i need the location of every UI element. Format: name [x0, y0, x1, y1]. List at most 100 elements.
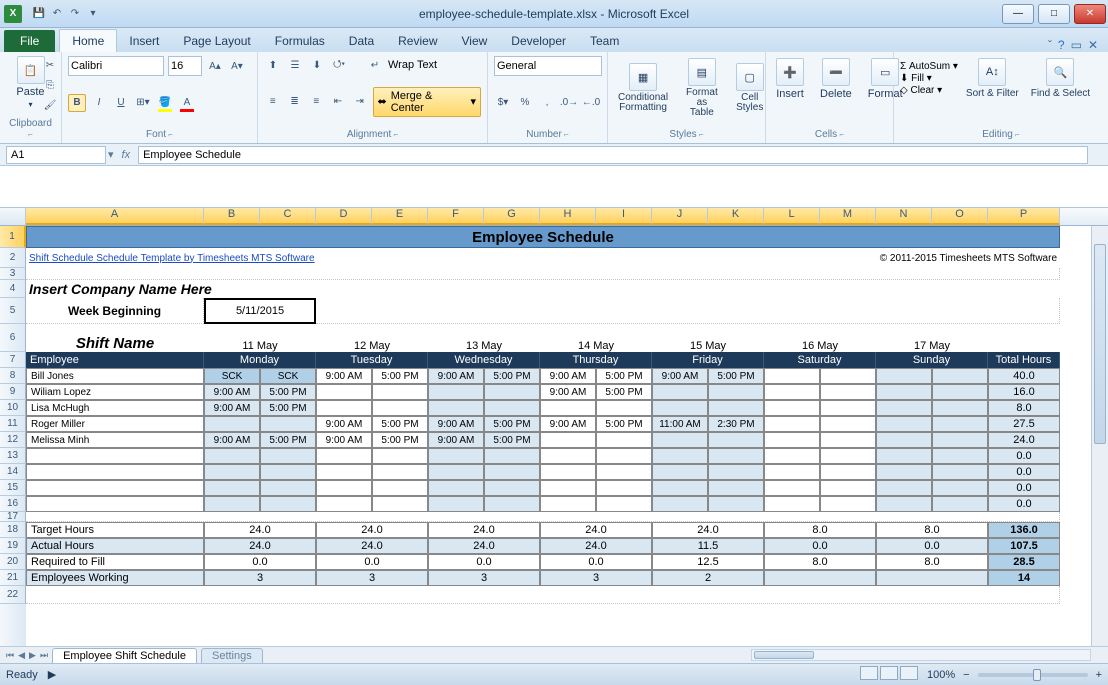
italic-button[interactable]: I — [90, 94, 108, 112]
cell[interactable]: 0.0 — [876, 538, 988, 554]
zoom-in-icon[interactable]: + — [1096, 669, 1102, 681]
cell[interactable] — [26, 268, 1060, 280]
cell[interactable] — [316, 384, 372, 400]
qat-customize-icon[interactable]: ▾ — [86, 7, 100, 21]
decrease-indent-icon[interactable]: ⇤ — [329, 93, 347, 111]
cell[interactable] — [484, 384, 540, 400]
underline-button[interactable]: U — [112, 94, 130, 112]
cell[interactable] — [372, 400, 428, 416]
autosum-button[interactable]: Σ AutoSum ▾ — [900, 61, 958, 72]
align-top-icon[interactable]: ⬆ — [264, 56, 282, 74]
cell[interactable] — [652, 384, 708, 400]
cell[interactable] — [764, 368, 820, 384]
cell[interactable] — [820, 448, 876, 464]
font-name-select[interactable] — [68, 56, 164, 76]
cell[interactable]: 24.0 — [204, 522, 316, 538]
format-as-table-button[interactable]: ▤Format as Table — [682, 56, 722, 120]
row-header[interactable]: 3 — [0, 268, 26, 280]
cell[interactable]: 3 — [428, 570, 540, 586]
hscroll-thumb[interactable] — [754, 651, 814, 659]
cell[interactable] — [26, 464, 204, 480]
col-header[interactable]: K — [708, 208, 764, 225]
align-left-icon[interactable]: ≡ — [264, 93, 282, 111]
vertical-scrollbar[interactable] — [1091, 226, 1108, 646]
shift-name-cell[interactable]: Shift Name — [26, 324, 204, 352]
merge-center-button[interactable]: ⬌ Merge & Center ▾ — [373, 87, 482, 117]
cell[interactable] — [764, 448, 820, 464]
cell[interactable]: 24.0 — [988, 432, 1060, 448]
fill-color-button[interactable]: 🪣 — [156, 94, 174, 112]
cell[interactable]: 9:00 AM — [316, 368, 372, 384]
cell[interactable]: Shift Schedule Schedule Template by Time… — [26, 248, 484, 268]
col-header[interactable]: O — [932, 208, 988, 225]
fill-button[interactable]: ⬇ Fill ▾ — [900, 73, 958, 84]
cell[interactable]: Week Beginning — [26, 298, 204, 324]
cell[interactable]: 24.0 — [540, 538, 652, 554]
cell[interactable]: 27.5 — [988, 416, 1060, 432]
tab-nav-first-icon[interactable]: ⏮ — [6, 650, 14, 661]
cell[interactable]: 3 — [316, 570, 428, 586]
cell[interactable] — [764, 464, 820, 480]
cell[interactable]: 107.5 — [988, 538, 1060, 554]
col-header[interactable]: F — [428, 208, 484, 225]
cell[interactable] — [204, 416, 260, 432]
col-header[interactable]: E — [372, 208, 428, 225]
tab-nav-prev-icon[interactable]: ◀ — [18, 650, 25, 661]
cell[interactable] — [540, 400, 596, 416]
employee-name-cell[interactable]: Lisa McHugh — [26, 400, 204, 416]
col-header[interactable]: N — [876, 208, 932, 225]
cell[interactable]: 15 May — [652, 324, 764, 352]
col-header[interactable]: L — [764, 208, 820, 225]
wrap-text-button[interactable]: Wrap Text — [388, 59, 437, 71]
col-header[interactable]: P — [988, 208, 1060, 225]
cell[interactable]: 9:00 AM — [428, 432, 484, 448]
cell[interactable]: 11:00 AM — [652, 416, 708, 432]
delete-cells-button[interactable]: ➖Delete — [816, 56, 856, 102]
cell[interactable]: Sunday — [876, 352, 988, 368]
cell[interactable] — [596, 448, 652, 464]
cell[interactable]: 9:00 AM — [428, 368, 484, 384]
cell[interactable] — [652, 496, 708, 512]
cell[interactable]: 24.0 — [204, 538, 316, 554]
minimize-ribbon-icon[interactable]: ˇ — [1048, 38, 1052, 52]
cell[interactable]: 14 — [988, 570, 1060, 586]
cell[interactable]: 0.0 — [540, 554, 652, 570]
copy-icon[interactable]: ⎘ — [41, 76, 59, 94]
cell[interactable] — [932, 464, 988, 480]
cell[interactable]: Required to Fill — [26, 554, 204, 570]
cell[interactable]: 5:00 PM — [596, 416, 652, 432]
cell[interactable] — [932, 368, 988, 384]
cell[interactable]: 24.0 — [652, 522, 764, 538]
border-button[interactable]: ⊞▾ — [134, 94, 152, 112]
cell[interactable] — [260, 480, 316, 496]
cell[interactable] — [820, 368, 876, 384]
col-header[interactable]: B — [204, 208, 260, 225]
cell[interactable]: 9:00 AM — [540, 384, 596, 400]
cell[interactable] — [26, 512, 1060, 522]
col-header[interactable]: H — [540, 208, 596, 225]
cell[interactable] — [428, 400, 484, 416]
cell[interactable]: Saturday — [764, 352, 876, 368]
increase-decimal-icon[interactable]: .0→ — [560, 94, 578, 112]
row-header[interactable]: 4 — [0, 280, 26, 298]
row-header[interactable]: 8 — [0, 368, 26, 384]
cell[interactable]: 0.0 — [988, 480, 1060, 496]
row-header[interactable]: 10 — [0, 400, 26, 416]
cell[interactable] — [428, 384, 484, 400]
row-header[interactable]: 5 — [0, 298, 26, 324]
cell[interactable]: SCK — [260, 368, 316, 384]
cell[interactable] — [260, 448, 316, 464]
cell[interactable] — [26, 448, 204, 464]
cell[interactable] — [204, 448, 260, 464]
cell[interactable] — [820, 496, 876, 512]
cell[interactable] — [316, 400, 372, 416]
cell[interactable]: 9:00 AM — [204, 432, 260, 448]
save-icon[interactable]: 💾 — [32, 7, 46, 21]
col-header[interactable]: D — [316, 208, 372, 225]
copyright-cell[interactable]: © 2011-2015 Timesheets MTS Software — [484, 248, 1060, 268]
cell[interactable]: 16.0 — [988, 384, 1060, 400]
cell[interactable] — [876, 432, 932, 448]
cell-styles-button[interactable]: ▢Cell Styles — [732, 61, 768, 115]
cell[interactable]: 8.0 — [876, 522, 988, 538]
cell[interactable] — [652, 480, 708, 496]
